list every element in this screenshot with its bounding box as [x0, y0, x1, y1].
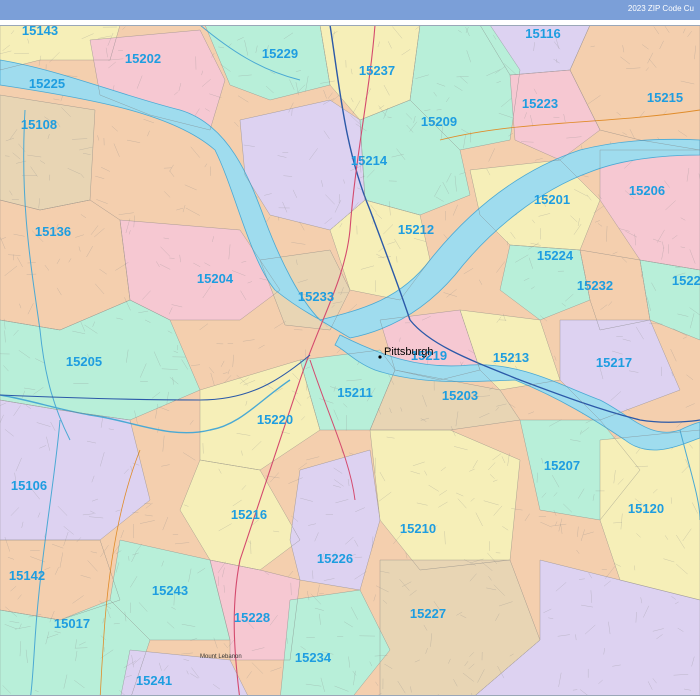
zip-label-15205[interactable]: 15205	[66, 354, 102, 369]
zip-label-15108[interactable]: 15108	[21, 117, 57, 132]
zip-label-15222[interactable]: 15222	[672, 273, 700, 288]
zip-label-15226[interactable]: 15226	[317, 551, 353, 566]
zip-label-15210[interactable]: 15210	[400, 521, 436, 536]
map-canvas[interactable]: 1514315202 1522915237151161522515223 15215…	[0, 0, 700, 700]
zip-label-15212[interactable]: 15212	[398, 222, 434, 237]
city-marker	[378, 355, 382, 359]
zip-label-15223[interactable]: 15223	[522, 96, 558, 111]
zip-label-15217[interactable]: 15217	[596, 355, 632, 370]
zip-label-15225[interactable]: 15225	[29, 76, 65, 91]
zip-label-15216[interactable]: 15216	[231, 507, 267, 522]
city-label-pittsburgh[interactable]: Pittsburgh	[384, 346, 434, 358]
zip-label-15136[interactable]: 15136	[35, 224, 71, 239]
zip-label-15227[interactable]: 15227	[410, 606, 446, 621]
zip-label-15211[interactable]: 15211	[337, 385, 372, 400]
zip-label-15243[interactable]: 15243	[152, 583, 188, 598]
zip-label-15215[interactable]: 15215	[647, 90, 683, 105]
zip-label-15213[interactable]: 15213	[493, 350, 529, 365]
zip-label-15201[interactable]: 15201	[534, 192, 570, 207]
bottom-ruler	[0, 695, 700, 700]
zip-label-15241[interactable]: 15241	[136, 673, 172, 688]
zip-label-15234[interactable]: 15234	[295, 650, 332, 665]
zip-label-15206[interactable]: 15206	[629, 183, 665, 198]
zip-label-15224[interactable]: 15224	[537, 248, 574, 263]
zip-label-15116[interactable]: 15116	[525, 26, 560, 41]
zip-label-15220[interactable]: 15220	[257, 412, 293, 427]
zip-label-15237[interactable]: 15237	[359, 63, 395, 78]
zip-label-15207[interactable]: 15207	[544, 458, 580, 473]
zip-label-15017[interactable]: 15017	[54, 616, 90, 631]
zip-label-15202[interactable]: 15202	[125, 51, 161, 66]
zip-label-15204[interactable]: 15204	[197, 271, 234, 286]
zip-label-15229[interactable]: 15229	[262, 46, 298, 61]
region-15108	[0, 95, 95, 210]
zip-label-15228[interactable]: 15228	[234, 610, 270, 625]
zip-label-15214[interactable]: 15214	[351, 153, 388, 168]
top-ruler	[0, 20, 700, 26]
zip-label-15233[interactable]: 15233	[298, 289, 334, 304]
zip-label-15203[interactable]: 15203	[442, 388, 478, 403]
zip-label-15120[interactable]: 15120	[628, 501, 664, 516]
zip-label-15106[interactable]: 15106	[11, 478, 47, 493]
zip-label-15232[interactable]: 15232	[577, 278, 613, 293]
zip-label-15142[interactable]: 15142	[9, 568, 45, 583]
zip-code-map[interactable]: 2023 ZIP Code Cu 15143 15202 15229 15237…	[0, 0, 700, 700]
